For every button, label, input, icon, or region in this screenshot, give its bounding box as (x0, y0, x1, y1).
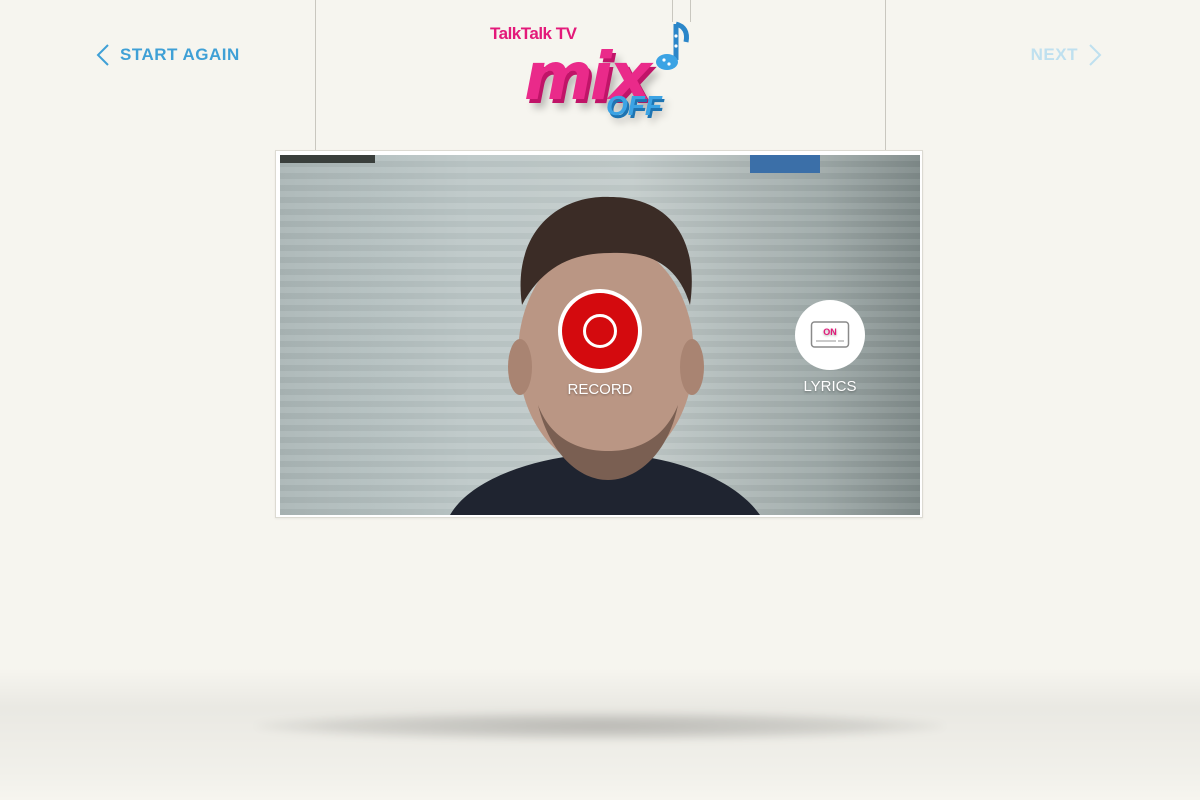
music-note-icon (656, 21, 689, 70)
lyrics-label: LYRICS (803, 378, 857, 395)
record-control: RECORD (550, 289, 650, 398)
svg-text:ON: ON (823, 327, 837, 337)
lyrics-toggle-button[interactable]: ON (795, 300, 865, 370)
start-again-button[interactable]: START AGAIN (96, 42, 240, 68)
record-icon (583, 314, 617, 348)
lyrics-on-icon: ON (810, 321, 850, 348)
hanging-cord-left (315, 0, 316, 150)
start-again-label: START AGAIN (120, 45, 240, 64)
lyrics-control: ON LYRICS (785, 300, 875, 395)
next-label: NEXT (1030, 45, 1078, 64)
video-frame: RECORD ON LYRICS (275, 150, 923, 518)
record-button[interactable] (558, 289, 642, 373)
record-label: RECORD (567, 381, 633, 398)
webcam-preview: RECORD ON LYRICS (280, 155, 920, 515)
logo-subtitle-text: OFF (606, 90, 662, 121)
chevron-left-icon (96, 44, 109, 66)
next-button[interactable]: NEXT (1031, 42, 1102, 68)
frame-shadow (255, 712, 945, 740)
mix-off-logo: TalkTalk TV mix OFF (488, 18, 708, 143)
chevron-right-icon (1089, 44, 1102, 66)
hanging-cord-right (885, 0, 886, 150)
